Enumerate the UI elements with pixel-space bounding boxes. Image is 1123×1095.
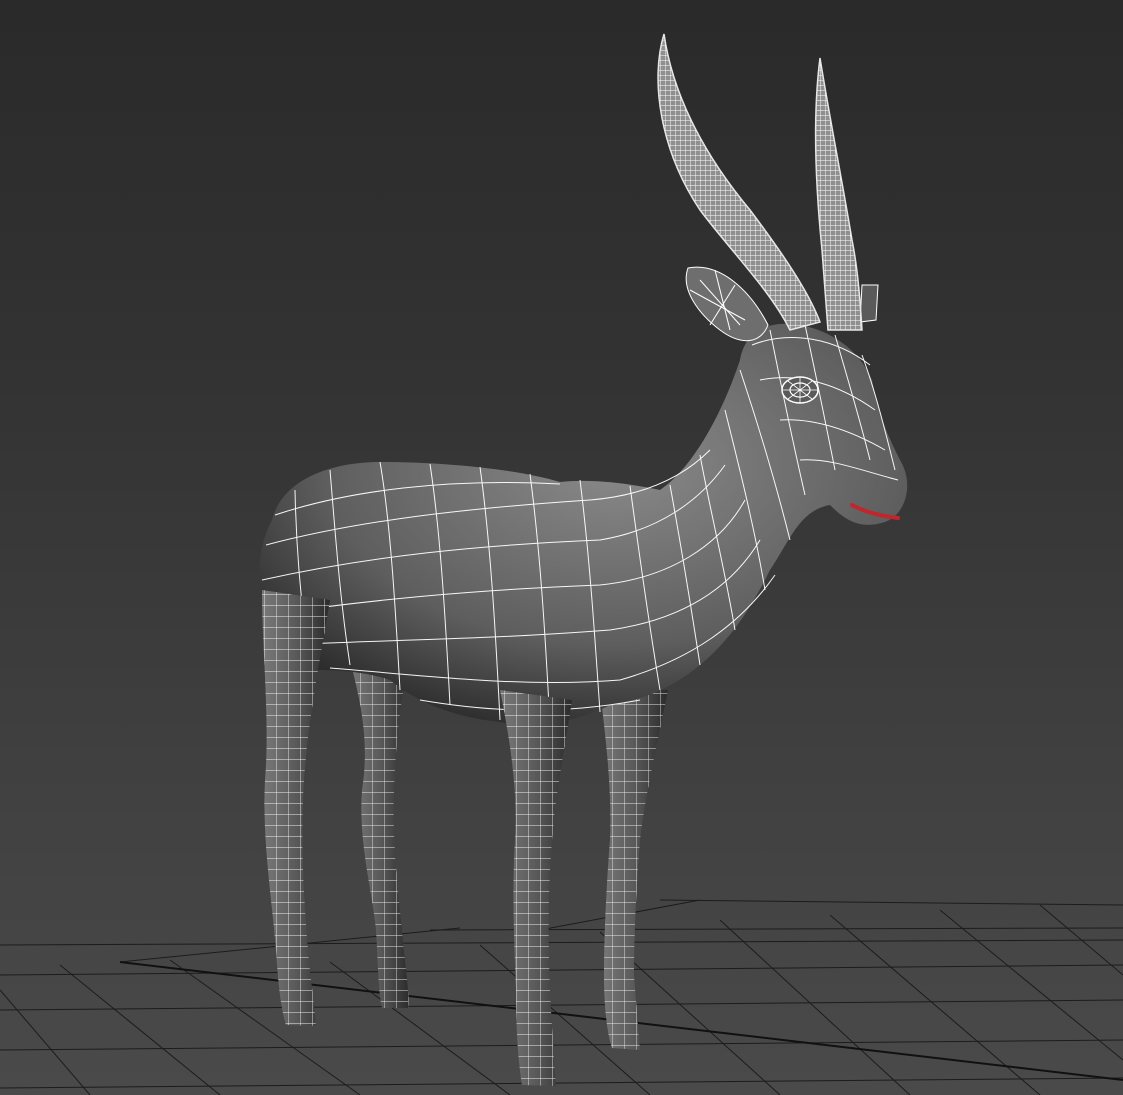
right-ear[interactable]	[859, 284, 879, 323]
hind-leg-far[interactable]	[350, 660, 410, 1008]
front-leg-far[interactable]	[600, 690, 668, 1050]
ground-grid	[0, 899, 1123, 1095]
right-horn[interactable]	[814, 57, 863, 331]
front-leg-near[interactable]	[500, 690, 572, 1086]
3d-viewport[interactable]	[0, 0, 1123, 1095]
viewport-scene[interactable]	[0, 0, 1123, 1095]
eye[interactable]	[781, 376, 819, 404]
hind-leg-near[interactable]	[262, 590, 330, 1026]
